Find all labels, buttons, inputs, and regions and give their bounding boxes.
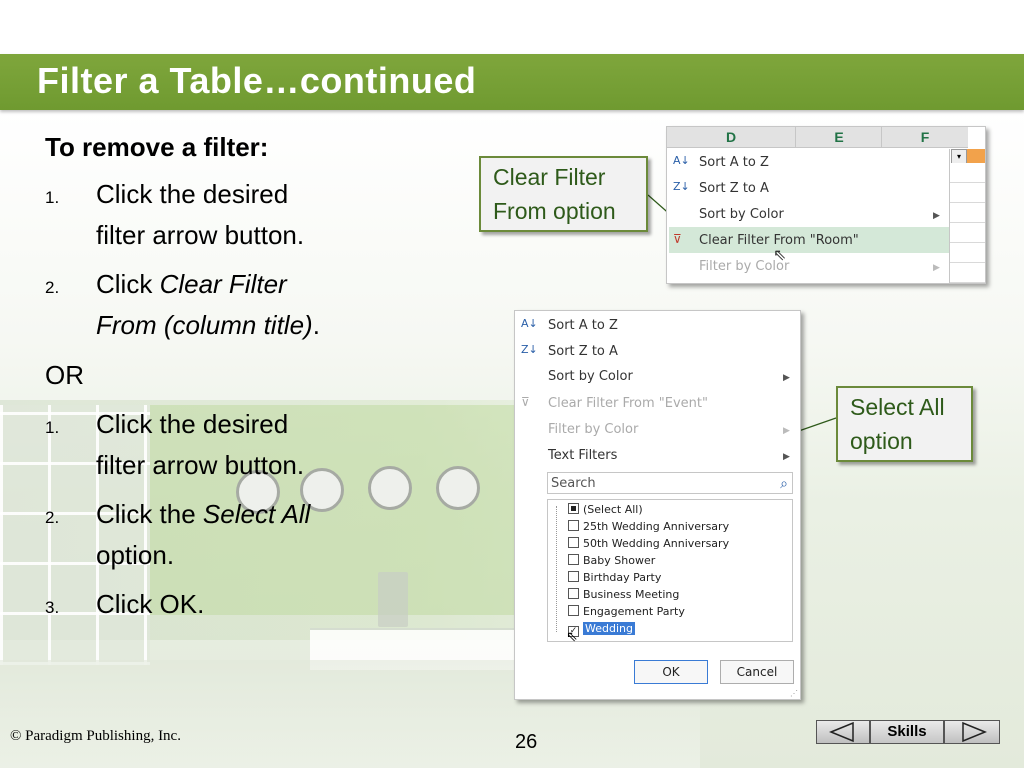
list-item[interactable]: Baby Shower [568, 554, 655, 567]
menu-filter-by-color[interactable]: Filter by Color [548, 422, 638, 437]
next-button[interactable] [944, 720, 1000, 744]
menu-sort-z-a[interactable]: Sort Z to A [548, 344, 618, 359]
column-header: E [795, 127, 882, 148]
callout-text: option [850, 428, 913, 454]
menu-text-filters[interactable]: Text Filters [548, 448, 617, 463]
checkbox-icon[interactable] [568, 503, 579, 514]
list-item[interactable]: Business Meeting [568, 588, 679, 601]
checkbox-icon[interactable] [568, 605, 579, 616]
list-item-select-all[interactable]: (Select All) [568, 503, 643, 516]
callout-lines [577, 194, 837, 509]
arrow-right-icon [962, 721, 987, 743]
list-item[interactable]: Birthday Party [568, 571, 661, 584]
submenu-arrow-icon: ▶ [783, 425, 790, 435]
excel-filter-menu-event: A↓ Sort A to Z Z↓ Sort Z to A Sort by Co… [514, 310, 801, 700]
search-placeholder: Search [551, 476, 596, 491]
checkbox-icon[interactable] [568, 588, 579, 599]
sort-za-icon: Z↓ [521, 343, 538, 356]
search-icon: ⌕ [780, 476, 788, 492]
arrow-left-icon [829, 721, 854, 743]
sort-za-icon: Z↓ [673, 180, 690, 193]
resize-grip-icon[interactable]: ⋰ [790, 689, 798, 698]
menu-sort-a-z[interactable]: Sort A to Z [548, 318, 618, 333]
sort-az-icon: A↓ [673, 154, 690, 167]
column-header: F [881, 127, 968, 148]
list-item-wedding[interactable]: ✓ Wedding [568, 622, 635, 637]
page-number: 26 [515, 731, 538, 753]
menu-sort-by-color[interactable]: Sort by Color [699, 207, 784, 222]
menu-sort-z-a[interactable]: Sort Z to A [699, 181, 769, 196]
sort-az-icon: A↓ [521, 317, 538, 330]
submenu-arrow-icon: ▶ [783, 372, 790, 382]
copyright: © Paradigm Publishing, Inc. [10, 728, 181, 744]
filter-values-list: (Select All) 25th Wedding Anniversary 50… [547, 499, 793, 644]
ok-button[interactable]: OK [634, 660, 708, 684]
list-item[interactable]: 25th Wedding Anniversary [568, 520, 729, 533]
submenu-arrow-icon: ▶ [933, 262, 940, 272]
tree-line [556, 506, 558, 632]
checkbox-icon[interactable] [568, 571, 579, 582]
skills-button[interactable]: Skills [870, 720, 944, 744]
cursor-icon: ⇖ [566, 628, 578, 644]
callout-select-all: Select All option [836, 386, 973, 462]
checkbox-icon[interactable] [568, 520, 579, 531]
menu-sort-a-z[interactable]: Sort A to Z [699, 155, 769, 170]
clear-filter-icon: ⊽ [521, 395, 530, 409]
checkbox-icon[interactable] [568, 537, 579, 548]
callout-text: From option [493, 198, 616, 224]
checkbox-icon[interactable] [568, 554, 579, 565]
menu-sort-by-color[interactable]: Sort by Color [548, 369, 633, 384]
callout-text: Select All [850, 394, 945, 420]
column-header: D [667, 127, 795, 148]
menu-filter-by-color[interactable]: Filter by Color [699, 259, 789, 274]
cancel-button[interactable]: Cancel [720, 660, 794, 684]
menu-clear-filter-event[interactable]: Clear Filter From "Event" [548, 396, 708, 411]
callout-text: Clear Filter [493, 164, 606, 190]
grid-cells [949, 163, 985, 283]
list-item[interactable]: Engagement Party [568, 605, 685, 618]
list-item[interactable]: 50th Wedding Anniversary [568, 537, 729, 550]
callout-clear-filter: Clear Filter From option [479, 156, 648, 232]
search-input[interactable]: Search ⌕ [547, 472, 793, 494]
previous-button[interactable] [816, 720, 870, 744]
submenu-arrow-icon: ▶ [933, 210, 940, 220]
submenu-arrow-icon: ▶ [783, 451, 790, 461]
clear-filter-icon: ⊽ [673, 232, 682, 246]
excel-filter-menu-room: D E F ▾ A↓ Sort A to Z Z↓ Sort Z to A So… [666, 126, 986, 284]
